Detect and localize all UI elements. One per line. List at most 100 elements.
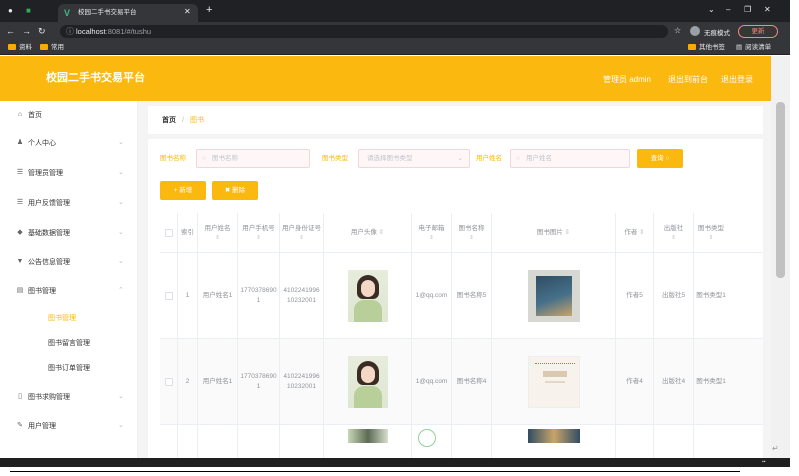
table-row[interactable] (160, 425, 763, 458)
update-button[interactable]: 更新 (738, 25, 778, 38)
add-button[interactable]: + 新增 (160, 181, 206, 200)
book-type-select[interactable]: 请选择图书类型 ⌄ (358, 149, 470, 168)
sidebar-subitem-book-comments[interactable]: 图书留言管理 (0, 332, 138, 356)
window-close-icon[interactable]: ✕ (764, 5, 771, 14)
cell-publisher: 出版社4 (661, 377, 686, 385)
column-header[interactable]: 图书类型 ⇕ (694, 213, 728, 253)
sort-icon[interactable]: ⇕ (379, 229, 384, 236)
sort-icon[interactable]: ⇕ (694, 234, 728, 242)
back-to-front-link[interactable]: 退出到前台 (668, 75, 708, 85)
reload-icon[interactable]: ↻ (38, 25, 46, 37)
cell-user-name: 用户姓名1 (202, 291, 233, 299)
sort-icon[interactable]: ⇕ (238, 234, 279, 242)
sort-icon[interactable]: ⇕ (452, 234, 491, 242)
chevron-down-icon: ⌄ (457, 155, 463, 162)
sidebar-item-feedback[interactable]: ☰ 用户反馈管理 ⌄ (0, 191, 138, 217)
user-name-input[interactable]: ○ 用户姓名 (510, 149, 630, 168)
sidebar-subitem-book-orders[interactable]: 图书订单管理 (0, 357, 138, 381)
table-row[interactable]: 1 用户姓名1 17703786901 410224199610232001 1… (160, 253, 763, 339)
sidebar-item-book-wanted[interactable]: ▯ 图书求购管理 ⌄ (0, 385, 138, 411)
sidebar-item-basic-data[interactable]: ◆ 基础数据管理 ⌄ (0, 221, 138, 247)
search-icon: ○ (665, 155, 670, 162)
breadcrumb-separator: / (182, 117, 184, 124)
chevron-down-icon: ⌄ (118, 422, 124, 429)
row-checkbox[interactable] (164, 291, 173, 300)
books-table: 索引 用户姓名 ⇕ 用户手机号 ⇕ 用户身份证号 ⇕ 用户头像 ⇕ 电子邮箱 ⇕ 图书名… (160, 213, 763, 458)
cell-book-type: 图书类型1 (696, 377, 726, 385)
home-icon: ⌂ (17, 111, 23, 118)
bookmark-folder[interactable]: 资料 (8, 43, 32, 53)
sidebar-item-books[interactable]: ▤ 图书管理 ⌃ (0, 279, 138, 305)
row-index: 2 (185, 377, 190, 385)
user-avatar[interactable] (347, 269, 388, 322)
search-button[interactable]: 查询 ○ (637, 149, 683, 168)
folder-icon (8, 44, 16, 50)
column-header[interactable]: 电子邮箱 ⇕ (412, 213, 452, 253)
sidebar-subitem-book-manage[interactable]: 图书管理 (0, 307, 138, 331)
reading-list[interactable]: ▤ 阅读清单 (736, 43, 771, 53)
search-icon: ○ (516, 155, 520, 162)
user-avatar[interactable] (348, 429, 388, 443)
column-header[interactable]: 用户手机号 ⇕ (238, 213, 280, 253)
column-header[interactable]: 用户姓名 ⇕ (198, 213, 238, 253)
column-header[interactable]: 用户头像 ⇕ (324, 213, 412, 253)
sort-icon[interactable]: ⇕ (412, 234, 451, 242)
book-icon: ▤ (16, 287, 24, 294)
tab-search-icon[interactable]: ⌄ (708, 5, 715, 14)
book-image[interactable] (527, 355, 580, 408)
column-header[interactable]: 图书名称 ⇕ (452, 213, 492, 253)
column-header[interactable]: 图书图片 ⇕ (492, 213, 616, 253)
book-image[interactable] (527, 269, 580, 322)
chrome-menu-icon[interactable]: ● (8, 6, 13, 16)
sort-icon[interactable]: ⇕ (654, 234, 693, 242)
sidebar-item-notice[interactable]: ▼ 公告信息管理 ⌄ (0, 250, 138, 276)
browser-tab[interactable]: V 校园二手书交易平台 ✕ (58, 4, 198, 22)
bookmark-star-icon[interactable]: ☆ (674, 26, 681, 35)
bookmark-folder[interactable]: 常用 (40, 43, 64, 53)
sidebar-item-home[interactable]: ⌂ 首页 (0, 103, 138, 129)
restore-icon[interactable]: ❐ (744, 5, 751, 14)
cell-book-name: 图书名称5 (456, 291, 487, 299)
scrollbar-thumb[interactable] (776, 102, 785, 278)
breadcrumb-home[interactable]: 首页 (162, 116, 176, 125)
logout-link[interactable]: 退出登录 (721, 75, 753, 85)
column-header[interactable]: 出版社 ⇕ (654, 213, 694, 253)
sort-icon[interactable]: ⇕ (565, 229, 570, 236)
screen: ● ■ V 校园二手书交易平台 ✕ + ⌄ – ❐ ✕ ← → ↻ ⓘ loca… (0, 0, 790, 458)
sort-icon[interactable]: ⇕ (198, 234, 237, 242)
url-path: :8081/#/tushu (105, 27, 152, 36)
back-icon[interactable]: ← (6, 25, 15, 37)
sidebar-item-admin[interactable]: ☰ 管理员管理 ⌄ (0, 161, 138, 187)
new-tab-icon[interactable]: + (206, 4, 212, 16)
forward-icon[interactable]: → (22, 25, 31, 37)
user-name-label: 用户姓名 (476, 155, 502, 162)
data-icon: ◆ (17, 229, 23, 236)
sort-icon[interactable]: ⇕ (639, 229, 644, 236)
list-icon: ☰ (16, 199, 24, 206)
bookmark-other[interactable]: 其他书签 (688, 43, 725, 53)
column-header[interactable]: 用户身份证号 ⇕ (280, 213, 324, 253)
sidebar-item-profile[interactable]: ♟ 个人中心 ⌄ (0, 131, 138, 157)
book-name-input[interactable]: ○ 图书名称 (196, 149, 310, 168)
breadcrumb: 首页 / 图书 (148, 106, 763, 134)
sidebar-item-users[interactable]: ✎ 用户管理 ⌄ (0, 414, 138, 440)
breadcrumb-current: 图书 (190, 117, 204, 124)
list-panel: 图书名称 ○ 图书名称 图书类型 请选择图书类型 ⌄ 用户姓名 ○ 用户姓名 查… (148, 139, 763, 458)
url-input[interactable]: ⓘ localhost:8081/#/tushu (60, 25, 668, 38)
divider (10, 471, 740, 472)
user-avatar[interactable] (347, 355, 388, 408)
tab-close-icon[interactable]: ✕ (184, 7, 191, 16)
chevron-down-icon: ⌄ (118, 139, 124, 146)
tab-title: 校园二手书交易平台 (78, 9, 137, 16)
column-header[interactable]: 作者 ⇕ (616, 213, 654, 253)
table-row[interactable]: 2 用户姓名1 17703786901 410224199610232001 1… (160, 339, 763, 425)
page-scrollbar[interactable] (771, 56, 790, 458)
select-all-checkbox[interactable] (164, 229, 173, 237)
tab-group-icon[interactable]: ■ (26, 6, 31, 16)
sort-icon[interactable]: ⇕ (280, 234, 323, 242)
row-checkbox[interactable] (164, 377, 173, 386)
delete-button[interactable]: ✖ 删除 (212, 181, 258, 200)
minimize-icon[interactable]: – (726, 5, 730, 14)
bookmarks-bar: 资料 常用 其他书签 ▤ 阅读清单 (0, 41, 790, 55)
book-image[interactable] (528, 429, 580, 443)
